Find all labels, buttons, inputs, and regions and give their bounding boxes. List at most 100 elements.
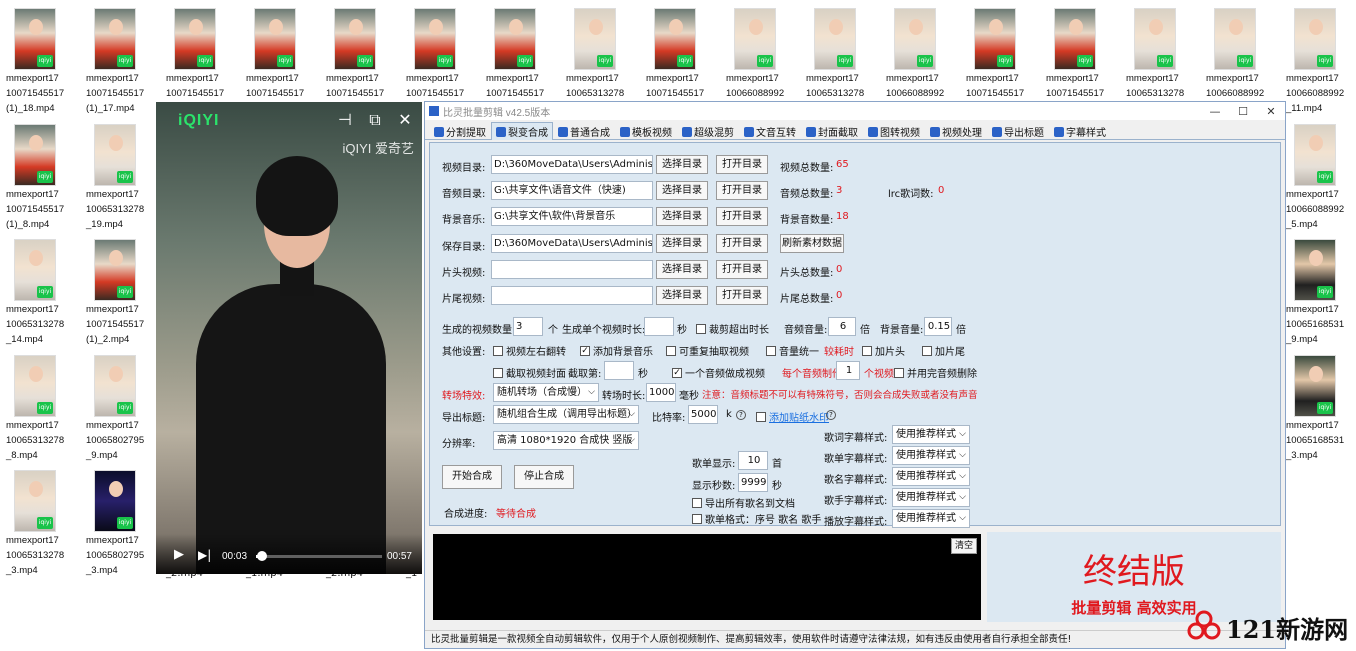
stop-button[interactable]: 停止合成	[514, 465, 574, 489]
add-head-checkbox[interactable]: 加片头	[862, 343, 905, 358]
desktop-file[interactable]: iqiyi mmexport17 10071545517	[646, 8, 726, 103]
tail-dir-input[interactable]	[491, 286, 653, 305]
tab-5[interactable]: 文音互转	[739, 122, 801, 140]
show-secs-input[interactable]: 99999	[738, 473, 768, 492]
tab-10[interactable]: 字幕样式	[1049, 122, 1111, 140]
desktop-file[interactable]: iqiyi mmexport17 10071545517	[1046, 8, 1126, 103]
singer-style-select[interactable]: 使用推荐样式 ⌵	[892, 488, 970, 507]
desktop-file[interactable]: iqiyi mmexport17 10065313278 _14.mp4	[6, 239, 86, 346]
head-dir-select-button[interactable]: 选择目录	[656, 260, 708, 279]
one-audio-checkbox[interactable]: ✓ 一个音频做成视频	[672, 365, 765, 380]
cover-frame-input[interactable]	[604, 361, 634, 380]
audio-dir-open-button[interactable]: 打开目录	[716, 181, 768, 200]
cover-checkbox[interactable]: 截取视频封面	[493, 365, 566, 380]
tab-9[interactable]: 导出标题	[987, 122, 1049, 140]
save-dir-select-button[interactable]: 选择目录	[656, 234, 708, 253]
desktop-file[interactable]: iqiyi mmexport17 10065802795 _3.mp4	[86, 470, 166, 577]
bg-volume-input[interactable]: 0.15	[924, 317, 952, 336]
video-dir-open-button[interactable]: 打开目录	[716, 155, 768, 174]
desktop-file[interactable]: iqiyi mmexport17 10065313278 _8.mp4	[6, 355, 86, 462]
tab-1[interactable]: 裂变合成	[491, 122, 553, 140]
single-duration-input[interactable]	[644, 317, 674, 336]
audio-volume-input[interactable]: 6	[828, 317, 856, 336]
tab-3[interactable]: 模板视频	[615, 122, 677, 140]
close-window-icon[interactable]: ✕	[1257, 105, 1285, 118]
audio-dir-select-button[interactable]: 选择目录	[656, 181, 708, 200]
video-dir-select-button[interactable]: 选择目录	[656, 155, 708, 174]
add-bgm-checkbox[interactable]: ✓ 添加背景音乐	[580, 343, 653, 358]
desktop-file[interactable]: iqiyi mmexport17 10065168531 _9.mp4	[1286, 239, 1356, 346]
volume-normalize-checkbox[interactable]: 音量统一	[766, 343, 819, 358]
tab-7[interactable]: 图转视频	[863, 122, 925, 140]
desktop-file[interactable]: iqiyi mmexport17 10065802795 _9.mp4	[86, 355, 166, 462]
tab-0[interactable]: 分割提取	[429, 122, 491, 140]
tail-dir-open-button[interactable]: 打开目录	[716, 286, 768, 305]
desktop-file[interactable]: iqiyi mmexport17 10065313278	[806, 8, 886, 103]
songname-style-select[interactable]: 使用推荐样式 ⌵	[892, 467, 970, 486]
clear-log-button[interactable]: 清空	[951, 538, 977, 554]
log-console[interactable]: 清空	[433, 534, 981, 620]
head-dir-open-button[interactable]: 打开目录	[716, 260, 768, 279]
desktop-file[interactable]: iqiyi mmexport17 10071545517 (1)_2.mp4	[86, 239, 166, 346]
pin-icon[interactable]: ⊣	[336, 110, 354, 130]
desktop-file[interactable]: iqiyi mmexport17 10071545517	[166, 8, 246, 103]
tail-dir-select-button[interactable]: 选择目录	[656, 286, 708, 305]
export-title-select[interactable]: 随机组合生成（调用导出标题） ⌵	[493, 405, 639, 424]
lyric-style-select[interactable]: 使用推荐样式 ⌵	[892, 425, 970, 444]
songlist-style-select[interactable]: 使用推荐样式 ⌵	[892, 446, 970, 465]
video-dir-input[interactable]: D:\360MoveData\Users\Administrato	[491, 155, 653, 174]
close-icon[interactable]: ✕	[396, 110, 414, 130]
desktop-file[interactable]: iqiyi mmexport17 10071545517	[246, 8, 326, 103]
delete-used-checkbox[interactable]: 并用完音频删除	[894, 365, 977, 380]
desktop-file[interactable]: iqiyi mmexport17 10066088992 _11.mp4	[1286, 8, 1356, 115]
desktop-file[interactable]: iqiyi mmexport17 10071545517 (1)_8.mp4	[6, 124, 86, 231]
sticker-help-icon[interactable]: ?	[826, 409, 836, 420]
desktop-file[interactable]: iqiyi mmexport17 10065313278 _3.mp4	[6, 470, 86, 577]
play-icon[interactable]: ▶	[174, 547, 184, 562]
tab-6[interactable]: 封面截取	[801, 122, 863, 140]
desktop-file[interactable]: iqiyi mmexport17 10071545517	[966, 8, 1046, 103]
bgm-dir-select-button[interactable]: 选择目录	[656, 207, 708, 226]
head-dir-input[interactable]	[491, 260, 653, 279]
audio-dir-input[interactable]: G:\共享文件\语音文件（快速)	[491, 181, 653, 200]
progress-knob[interactable]	[257, 551, 268, 561]
refresh-assets-button[interactable]: 刷新素材数据	[780, 234, 844, 253]
minimize-icon[interactable]: —	[1201, 105, 1229, 118]
add-tail-checkbox[interactable]: 加片尾	[922, 343, 965, 358]
bitrate-help-icon[interactable]: ?	[736, 409, 746, 420]
flip-checkbox[interactable]: 视频左右翻转	[493, 343, 566, 358]
resolution-select[interactable]: 高清 1080*1920 合成快 竖版 ⌵	[493, 431, 639, 450]
desktop-file[interactable]: iqiyi mmexport17 10066088992 _5.mp4	[1286, 124, 1356, 231]
tab-8[interactable]: 视频处理	[925, 122, 987, 140]
transition-select[interactable]: 随机转场（合成慢） ⌵	[493, 383, 599, 402]
desktop-file[interactable]: iqiyi mmexport17 10065313278	[566, 8, 646, 103]
desktop-file[interactable]: iqiyi mmexport17 10065168531 _3.mp4	[1286, 355, 1356, 462]
repeat-checkbox[interactable]: 可重复抽取视频	[666, 343, 749, 358]
desktop-file[interactable]: iqiyi mmexport17 10071545517	[406, 8, 486, 103]
desktop-file[interactable]: iqiyi mmexport17 10065313278	[1126, 8, 1206, 103]
transition-duration-input[interactable]: 1000	[646, 383, 676, 402]
desktop-file[interactable]: iqiyi mmexport17 10071545517	[326, 8, 406, 103]
bgm-dir-input[interactable]: G:\共享文件\软件\背景音乐	[491, 207, 653, 226]
cut-overlong-checkbox[interactable]: 裁剪超出时长	[696, 321, 769, 336]
desktop-file[interactable]: iqiyi mmexport17 10066088992	[1206, 8, 1286, 103]
desktop-file[interactable]: iqiyi mmexport17 10066088992	[726, 8, 806, 103]
gen-count-input[interactable]: 3	[513, 317, 543, 336]
bitrate-input[interactable]: 5000	[688, 405, 718, 424]
desktop-file[interactable]: iqiyi mmexport17 10071545517	[486, 8, 566, 103]
songlist-show-input[interactable]: 10	[738, 451, 768, 470]
export-names-checkbox[interactable]: 导出所有歌名到文档	[692, 495, 795, 510]
play-style-select[interactable]: 使用推荐样式 ⌵	[892, 509, 970, 528]
desktop-file[interactable]: iqiyi mmexport17 10066088992	[886, 8, 966, 103]
save-dir-open-button[interactable]: 打开目录	[716, 234, 768, 253]
maximize-icon[interactable]: ☐	[1229, 105, 1257, 118]
songlist-format-checkbox[interactable]: 歌单格式：序号 歌名 歌手	[692, 511, 821, 526]
desktop-file[interactable]: iqiyi mmexport17 10071545517 (1)_17.mp4	[86, 8, 166, 115]
desktop-file[interactable]: iqiyi mmexport17 10065313278 _19.mp4	[86, 124, 166, 231]
sticker-checkbox[interactable]: 添加贴纸水印	[756, 409, 829, 424]
progress-track[interactable]	[256, 551, 382, 561]
tab-4[interactable]: 超级混剪	[677, 122, 739, 140]
next-icon[interactable]: ▶|	[198, 548, 211, 562]
tab-2[interactable]: 普通合成	[553, 122, 615, 140]
desktop-file[interactable]: iqiyi mmexport17 10071545517 (1)_18.mp4	[6, 8, 86, 115]
